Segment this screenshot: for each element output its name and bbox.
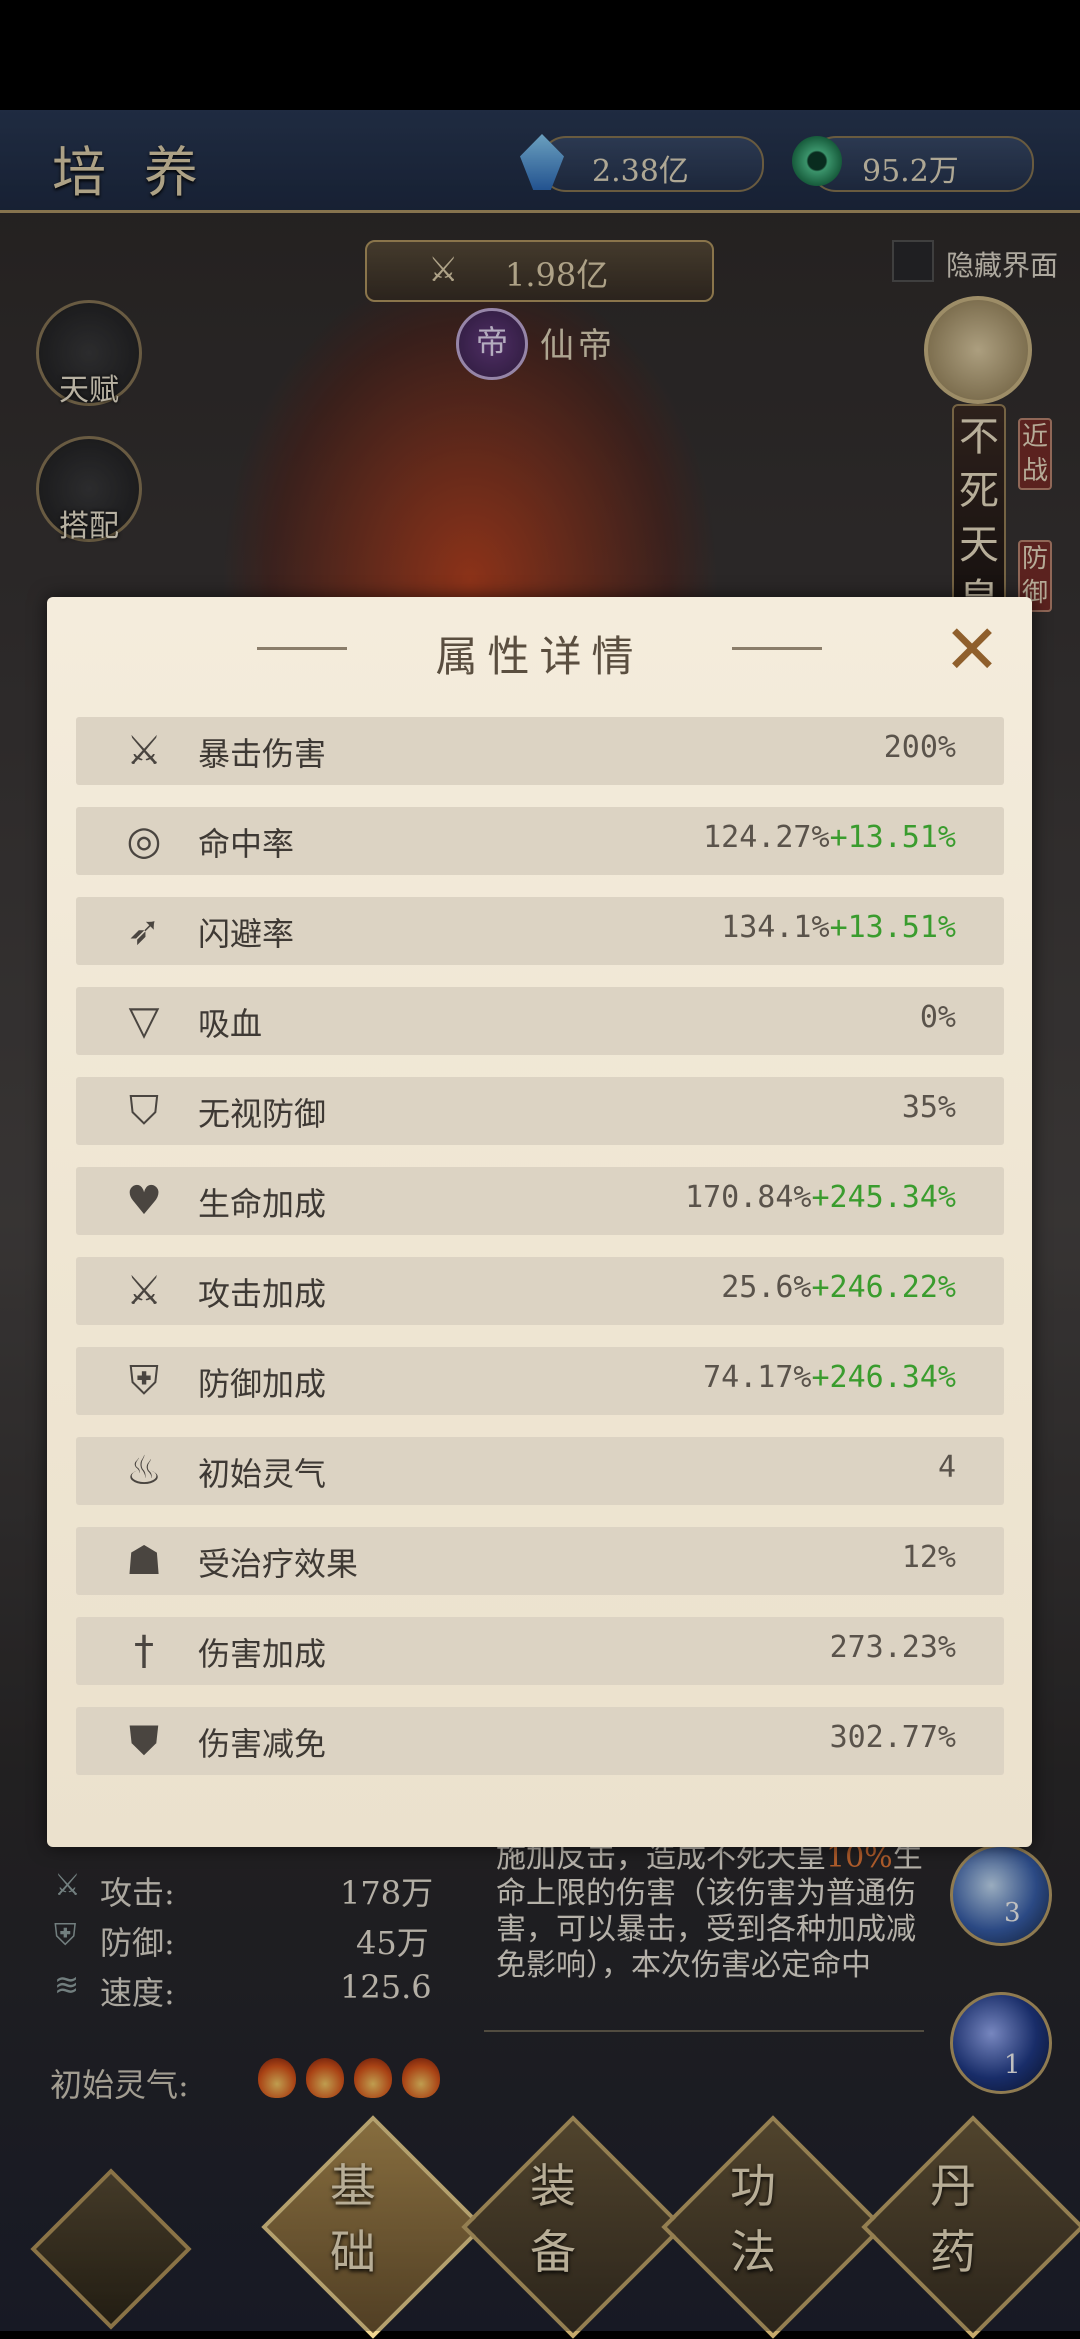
attribute-row: ➶ 闪避率 134.1%+13.51% xyxy=(76,897,1004,965)
close-icon[interactable]: ✕ xyxy=(937,617,1007,687)
attribute-name: 伤害加成 xyxy=(198,1635,327,1673)
modal-title: 属性详情 xyxy=(435,632,644,681)
attribute-value: 170.84%+245.34% xyxy=(685,1180,956,1215)
wing-icon: ➶ xyxy=(127,908,161,954)
heart-plus-icon: ♥ xyxy=(126,1178,162,1224)
attribute-name: 无视防御 xyxy=(198,1095,327,1133)
attribute-name: 初始灵气 xyxy=(198,1455,327,1493)
target-icon: ◎ xyxy=(126,818,162,864)
attribute-row: ☗ 受治疗效果 12% xyxy=(76,1527,1004,1595)
shield-plus-icon: ⛨ xyxy=(129,1358,159,1404)
attribute-value: 25.6%+246.22% xyxy=(721,1270,956,1305)
attribute-name: 攻击加成 xyxy=(198,1275,327,1313)
sword-plus-icon: ⚔ xyxy=(126,1268,162,1314)
attribute-name: 闪避率 xyxy=(198,915,295,953)
flame-icon: ♨ xyxy=(126,1448,162,1494)
attribute-row: ⛉ 无视防御 35% xyxy=(76,1077,1004,1145)
attribute-name: 伤害减免 xyxy=(198,1725,327,1763)
attribute-name: 吸血 xyxy=(198,1005,263,1043)
attribute-name: 暴击伤害 xyxy=(198,735,327,773)
attribute-list: ⚔ 暴击伤害 200% ◎ 命中率 124.27%+13.51% ➶ 闪避率 134.1%+… xyxy=(76,717,1004,1797)
attribute-row: ♨ 初始灵气 4 xyxy=(76,1437,1004,1505)
fang-icon: ▽ xyxy=(128,998,160,1044)
attribute-name: 防御加成 xyxy=(198,1365,327,1403)
attribute-name: 命中率 xyxy=(198,825,295,863)
attribute-value: 200% xyxy=(883,730,956,765)
attribute-value: 35% xyxy=(901,1090,956,1125)
attribute-value: 12% xyxy=(901,1540,956,1575)
attribute-value: 124.27%+13.51% xyxy=(703,820,956,855)
attribute-value: 4 xyxy=(937,1450,956,1485)
attribute-row: ⚔ 暴击伤害 200% xyxy=(76,717,1004,785)
attribute-row: ♥ 生命加成 170.84%+245.34% xyxy=(76,1167,1004,1235)
attribute-name: 受治疗效果 xyxy=(198,1545,359,1583)
attribute-details-modal: 属性详情 ✕ ⚔ 暴击伤害 200% ◎ 命中率 124.27%+13.51% ➶ 闪避率… xyxy=(47,597,1032,1847)
attribute-value: 273.23% xyxy=(829,1630,956,1665)
sword-down-icon: † xyxy=(134,1628,154,1674)
pierce-shield-icon: ⛉ xyxy=(129,1088,159,1134)
attribute-row: ▽ 吸血 0% xyxy=(76,987,1004,1055)
attribute-name: 生命加成 xyxy=(198,1185,327,1223)
crit-damage-icon: ⚔ xyxy=(126,728,162,774)
shield-down-icon: ⛊ xyxy=(129,1718,159,1764)
attribute-row: ⚔ 攻击加成 25.6%+246.22% xyxy=(76,1257,1004,1325)
attribute-row: ◎ 命中率 124.27%+13.51% xyxy=(76,807,1004,875)
attribute-value: 302.77% xyxy=(829,1720,956,1755)
muscle-icon: ☗ xyxy=(126,1538,162,1584)
attribute-value: 74.17%+246.34% xyxy=(703,1360,956,1395)
attribute-row: † 伤害加成 273.23% xyxy=(76,1617,1004,1685)
attribute-value: 134.1%+13.51% xyxy=(721,910,956,945)
attribute-row: ⛨ 防御加成 74.17%+246.34% xyxy=(76,1347,1004,1415)
title-deco-right xyxy=(732,647,822,650)
attribute-row: ⛊ 伤害减免 302.77% xyxy=(76,1707,1004,1775)
attribute-value: 0% xyxy=(919,1000,956,1035)
